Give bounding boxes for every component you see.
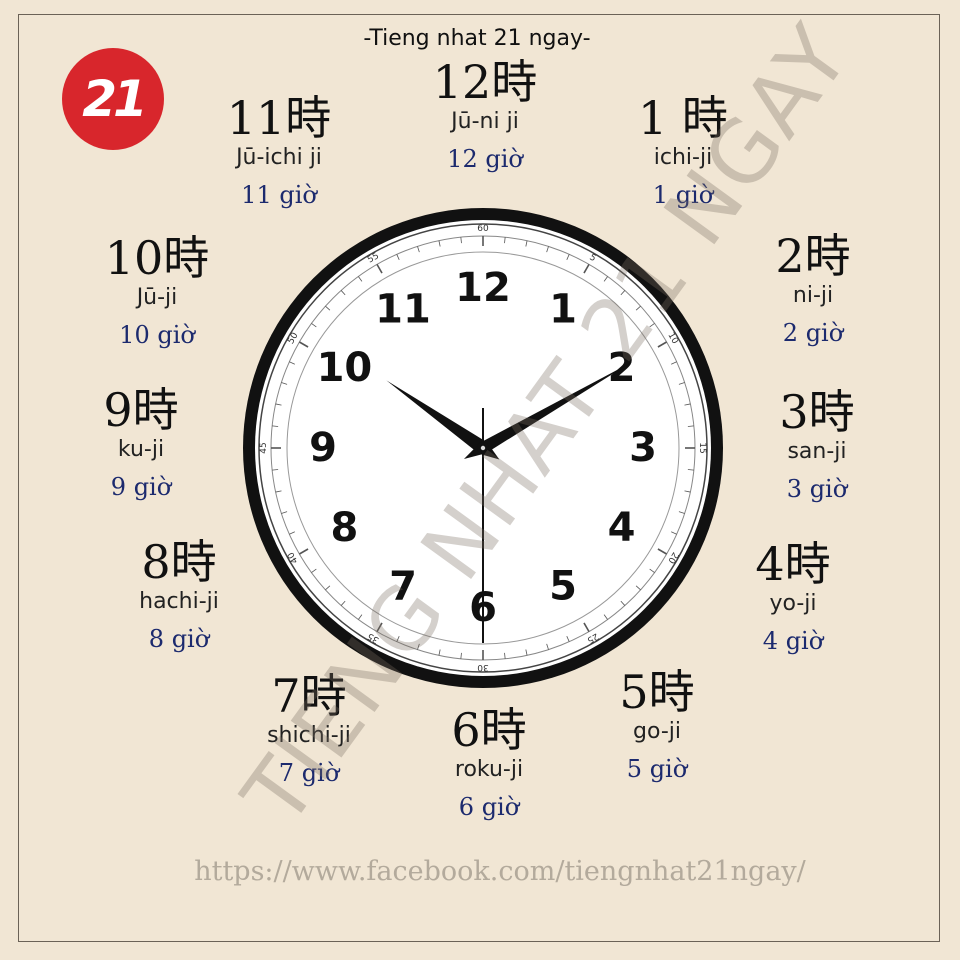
hour-romaji: san-ji [787, 439, 847, 464]
hour-label-2: 2時 ni-ji 2 giờ [718, 230, 908, 348]
hour-kanji: 1 時 [638, 91, 728, 145]
hour-numeral: 5 [549, 564, 577, 610]
hour-vietnamese: 5 giờ [626, 755, 688, 783]
brand-logo: 21 [62, 48, 164, 150]
hour-vietnamese: 2 giờ [782, 319, 844, 347]
minute-label: 15 [697, 442, 707, 453]
hour-numeral: 1 [549, 286, 577, 332]
hour-numeral: 11 [375, 286, 431, 332]
hour-kanji: 12時 [432, 55, 538, 109]
page-title: -Tieng nhat 21 ngay- [363, 26, 591, 51]
hour-vietnamese: 4 giờ [762, 627, 824, 655]
hour-romaji: ku-ji [117, 437, 165, 462]
hour-vietnamese: 10 giờ [119, 321, 195, 349]
hour-romaji: shichi-ji [267, 723, 351, 748]
hour-numeral: 9 [309, 425, 337, 471]
hour-romaji: Jū-ichi ji [236, 145, 322, 170]
hour-vietnamese: 6 giờ [458, 793, 520, 821]
hour-label-12: 12時 Jū-ni ji 12 giờ [390, 56, 580, 174]
hour-label-1: 1 時 ichi-ji 1 giờ [588, 92, 778, 210]
hour-vietnamese: 3 giờ [786, 475, 848, 503]
hour-vietnamese: 9 giờ [110, 473, 172, 501]
hour-numeral: 8 [331, 505, 359, 551]
minute-label: 30 [477, 662, 489, 672]
hour-kanji: 4時 [755, 537, 831, 591]
hour-vietnamese: 7 giờ [278, 759, 340, 787]
minute-label: 45 [259, 442, 269, 453]
minute-label: 60 [477, 224, 489, 234]
hour-kanji: 10時 [104, 231, 210, 285]
hour-numeral: 4 [608, 505, 636, 551]
hour-numeral: 3 [629, 425, 657, 471]
hour-numeral: 10 [317, 345, 373, 391]
hour-romaji: yo-ji [769, 591, 817, 616]
hour-label-9: 9時 ku-ji 9 giờ [46, 384, 236, 502]
hour-kanji: 3時 [779, 385, 855, 439]
hour-numeral: 7 [389, 564, 417, 610]
hour-label-10: 10時 Jū-ji 10 giờ [62, 232, 252, 350]
hour-label-11: 11時 Jū-ichi ji 11 giờ [184, 92, 374, 210]
hour-romaji: ichi-ji [653, 145, 713, 170]
hour-romaji: go-ji [633, 719, 681, 744]
hour-romaji: Jū-ji [136, 285, 178, 310]
hour-kanji: 9時 [103, 383, 179, 437]
hour-label-6: 6時 roku-ji 6 giờ [394, 704, 584, 822]
hour-romaji: roku-ji [454, 757, 524, 782]
hour-kanji: 11時 [226, 91, 332, 145]
hour-kanji: 2時 [775, 229, 851, 283]
hour-vietnamese: 12 giờ [447, 145, 523, 173]
facebook-link[interactable]: https://www.facebook.com/tiengnhat21ngay… [180, 856, 820, 887]
hour-romaji: Jū-ni ji [451, 109, 519, 134]
hour-romaji: ni-ji [792, 283, 834, 308]
hour-numeral: 12 [455, 265, 511, 311]
hour-kanji: 6時 [451, 703, 527, 757]
hour-label-4: 4時 yo-ji 4 giờ [698, 538, 888, 656]
brand-logo-text: 21 [82, 70, 148, 128]
hour-label-3: 3時 san-ji 3 giờ [722, 386, 912, 504]
analog-clock: 60510152025303540455055 121234567891011 [243, 208, 723, 688]
clock-center-pin [480, 445, 486, 451]
